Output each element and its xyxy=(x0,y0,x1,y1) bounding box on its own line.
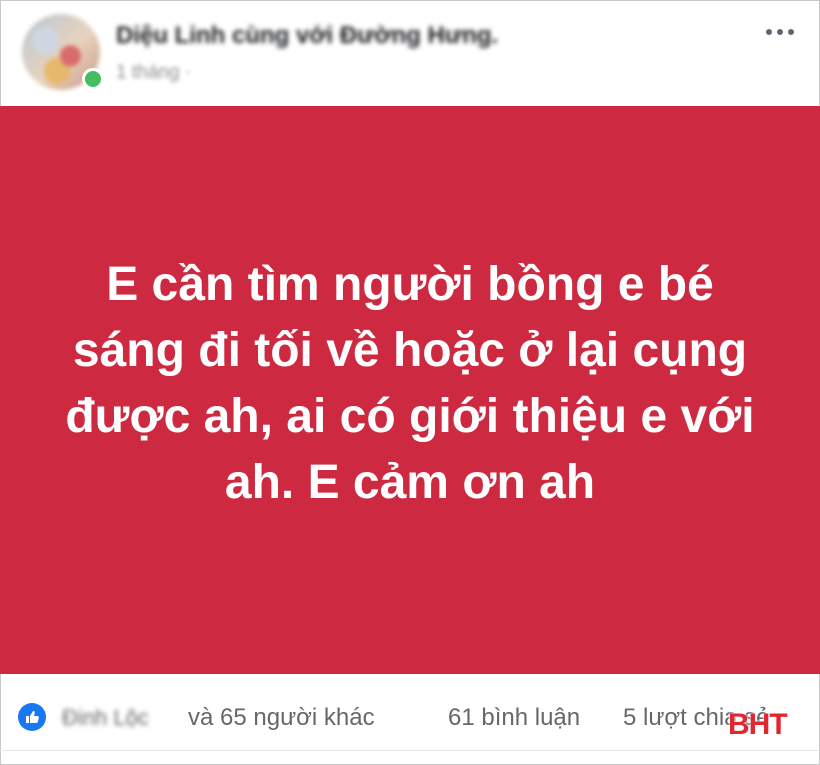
reactor-name[interactable]: Đinh Lộc xyxy=(62,705,149,731)
dot-icon xyxy=(766,29,772,35)
comments-count[interactable]: 61 bình luận xyxy=(448,704,580,732)
post-author[interactable]: Diệu Linh cùng với Đường Hưng. xyxy=(116,22,498,50)
like-icon[interactable] xyxy=(18,703,46,731)
dot-icon xyxy=(777,29,783,35)
thumbs-up-icon xyxy=(26,711,39,723)
post-header: Diệu Linh cùng với Đường Hưng. 1 tháng · xyxy=(0,0,820,106)
dot-icon xyxy=(788,29,794,35)
more-options-button[interactable] xyxy=(760,18,800,46)
post-text: E cần tìm người bồng e bé sáng đi tối về… xyxy=(65,258,755,509)
post-timestamp[interactable]: 1 tháng · xyxy=(116,62,191,84)
bht-watermark-logo: BHT xyxy=(728,708,788,741)
divider xyxy=(0,750,820,751)
reactions-count[interactable]: và 65 người khác xyxy=(188,704,375,732)
online-status-icon xyxy=(82,68,104,90)
post-content-background: E cần tìm người bồng e bé sáng đi tối về… xyxy=(0,106,820,674)
